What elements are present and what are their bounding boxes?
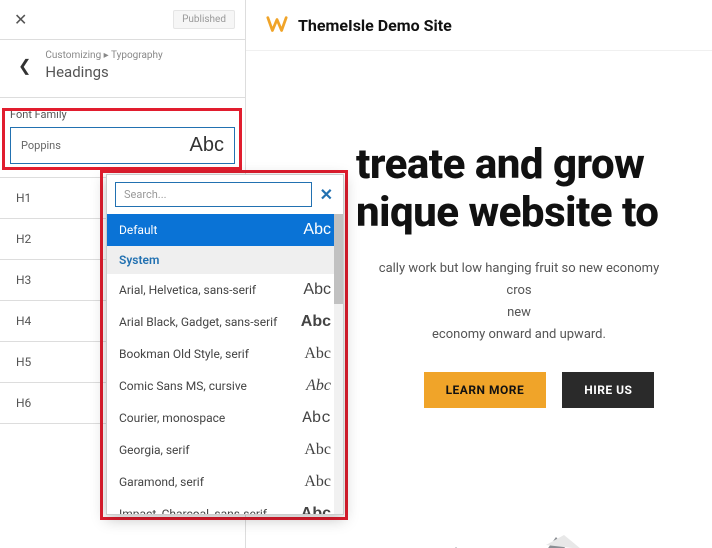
font-option-sample: Abc [303,281,331,299]
font-option[interactable]: Arial Black, Gadget, sans-serif Abc [107,306,343,338]
dropdown-close-button[interactable]: ✕ [318,185,335,204]
font-option-label: Arial Black, Gadget, sans-serif [119,315,277,329]
hero-headline: treate and grow nique website to [356,141,712,238]
site-logo-icon [266,14,288,36]
font-option[interactable]: Bookman Old Style, serif Abc [107,338,343,370]
heading-item-label: H4 [16,314,31,328]
heading-item-label: H1 [16,191,31,205]
font-group-heading: System [107,246,343,274]
hero-headline-line2: nique website to [356,188,658,237]
back-button[interactable]: ❮ [14,54,35,77]
font-option-label: Comic Sans MS, cursive [119,379,247,393]
font-option-sample: Abc [302,409,331,427]
font-option-sample: Abc [301,313,331,331]
font-option-label: System [119,253,159,267]
font-option-sample: Abc [301,505,331,514]
font-option[interactable]: Default Abc [107,214,343,246]
font-option-label: Impact, Charcoal, sans-serif [119,507,267,514]
font-option-label: Default [119,223,157,237]
font-option[interactable]: Comic Sans MS, cursive Abc [107,370,343,402]
hero-subtext: cally work but low hanging fruit so new … [366,258,672,346]
learn-more-button[interactable]: LEARN MORE [424,372,547,408]
font-option-label: Bookman Old Style, serif [119,347,249,361]
hire-us-button[interactable]: HIRE US [562,372,654,408]
font-family-label: Font Family [10,108,235,121]
panel-header: ❮ Customizing ▸ Typography Headings [0,40,245,98]
heading-item-label: H5 [16,355,31,369]
font-option[interactable]: Garamond, serif Abc [107,466,343,498]
panel-title: Headings [45,63,162,81]
preview-header: ThemeIsle Demo Site [246,0,712,51]
hero-mountains-image [246,517,712,548]
font-option-sample: Abc [304,473,331,491]
font-family-section: Font Family Poppins Abc [0,98,245,178]
font-option-label: Arial, Helvetica, sans-serif [119,283,256,297]
panel-top-bar: ✕ Published [0,0,245,40]
heading-item-label: H3 [16,273,31,287]
hero-headline-line1: treate and grow [356,140,644,189]
heading-item-label: H6 [16,396,31,410]
heading-item-label: H2 [16,232,31,246]
hero-sub-line3: economy onward and upward. [432,327,606,342]
font-option-sample: Abc [303,221,331,239]
close-customizer-button[interactable]: ✕ [10,6,31,33]
breadcrumb: Customizing ▸ Typography [45,50,162,61]
font-family-sample: Abc [190,134,224,157]
font-option-sample: Abc [304,345,331,363]
font-option-sample: Abc [304,441,331,459]
dropdown-scrollbar-thumb[interactable] [334,214,343,304]
font-option[interactable]: Impact, Charcoal, sans-serif Abc [107,498,343,514]
font-search-input[interactable] [115,182,312,207]
font-option-sample: Abc [306,377,331,395]
font-option-list[interactable]: Default Abc System Arial, Helvetica, sans-s… [107,214,343,514]
hero-sub-line2: new [507,305,531,320]
font-family-dropdown: ✕ Default Abc System Arial, Helvetica, sans… [106,174,344,515]
font-family-select[interactable]: Poppins Abc [10,127,235,164]
dropdown-search-row: ✕ [107,175,343,214]
site-title: ThemeIsle Demo Site [298,16,452,35]
font-option-label: Georgia, serif [119,443,190,457]
font-option[interactable]: Courier, monospace Abc [107,402,343,434]
font-family-value: Poppins [21,139,61,152]
publish-status-badge[interactable]: Published [173,10,235,29]
hero-cta-row: LEARN MORE HIRE US [366,372,712,408]
font-option[interactable]: Arial, Helvetica, sans-serif Abc [107,274,343,306]
hero-sub-line1: cally work but low hanging fruit so new … [379,261,659,298]
font-option-label: Courier, monospace [119,411,225,425]
font-option-label: Garamond, serif [119,475,204,489]
panel-heading-block: Customizing ▸ Typography Headings [45,50,162,81]
font-option[interactable]: Georgia, serif Abc [107,434,343,466]
